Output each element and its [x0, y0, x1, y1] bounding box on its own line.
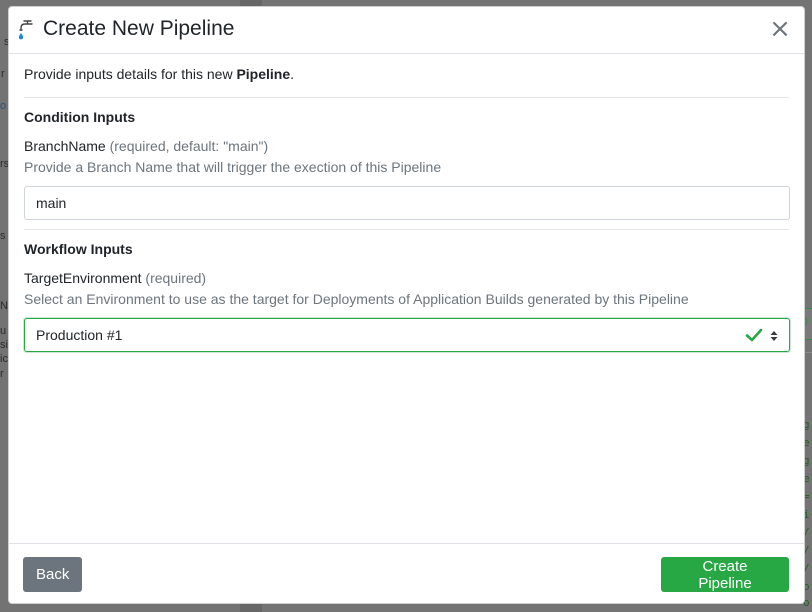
branchname-label: BranchName (required, default: "main") [24, 138, 789, 156]
background-fragment: s [0, 230, 6, 242]
branchname-field-meta: (required, default: "main") [109, 138, 269, 154]
workflow-inputs-heading: Workflow Inputs [24, 241, 133, 257]
targetenvironment-label: TargetEnvironment (required) [24, 270, 789, 288]
modal-header: Create New Pipeline × [9, 7, 804, 54]
back-button[interactable]: Back [23, 557, 82, 592]
create-pipeline-button[interactable]: Create Pipeline [661, 557, 789, 592]
divider [24, 97, 789, 98]
branchname-help-text: Provide a Branch Name that will trigger … [24, 159, 442, 175]
modal-footer: Back Create Pipeline [9, 543, 804, 603]
intro-suffix: . [290, 66, 295, 82]
close-button[interactable]: × [766, 15, 794, 43]
targetenvironment-field-meta: (required) [145, 270, 207, 286]
divider [24, 229, 789, 230]
background-fragment: o [0, 100, 7, 112]
intro-text: Provide inputs details for this new Pipe… [24, 66, 789, 85]
modal-body: Provide inputs details for this new Pipe… [9, 66, 804, 352]
targetenvironment-help-text: Select an Environment to use as the targ… [24, 291, 689, 307]
targetenvironment-field-name: TargetEnvironment [24, 270, 142, 286]
branchname-field-name: BranchName [24, 138, 106, 154]
intro-prefix: Provide inputs details for this new [24, 66, 237, 82]
branchname-input[interactable] [24, 186, 790, 220]
faucet-icon [18, 20, 33, 40]
background-fragment: r [1, 68, 5, 80]
background-fragment: ic [0, 353, 8, 365]
create-pipeline-modal: Create New Pipeline × Provide inputs det… [8, 6, 805, 604]
modal-title: Create New Pipeline [43, 17, 235, 40]
checkmark-icon [745, 328, 763, 342]
intro-bold: Pipeline [236, 66, 291, 82]
condition-inputs-heading: Condition Inputs [24, 109, 136, 125]
select-arrows-icon [770, 331, 778, 341]
background-fragment: r [0, 368, 4, 380]
targetenvironment-selected-value: Production #1 [36, 327, 123, 343]
background-fragment: N [0, 300, 8, 312]
targetenvironment-select[interactable]: Production #1 [24, 318, 790, 352]
background-fragment: u [0, 325, 7, 337]
